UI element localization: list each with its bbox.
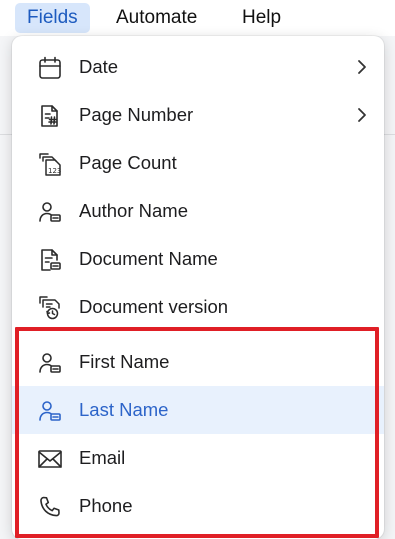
menu-item-email[interactable]: Email [12, 434, 384, 482]
menu-item-first-name[interactable]: First Name [12, 338, 384, 386]
menu-item-label: Document Name [79, 248, 218, 269]
menu-item-label: Email [79, 447, 126, 468]
menu-item-author-name[interactable]: Author Name [12, 187, 384, 235]
document-name-icon [37, 247, 63, 273]
menu-item-document-version[interactable]: Document version [12, 283, 384, 331]
menu-item-label: Page Number [79, 104, 194, 125]
author-icon [37, 199, 63, 225]
menu-item-document-name[interactable]: Document Name [12, 235, 384, 283]
svg-text:123: 123 [48, 167, 61, 175]
menu-item-label: Date [79, 56, 119, 77]
calendar-icon [37, 55, 63, 81]
menu-item-date[interactable]: Date [12, 43, 384, 91]
menu-item-label: Document version [79, 296, 229, 317]
page-count-icon: 123 [37, 151, 63, 177]
mail-icon [37, 446, 63, 472]
chevron-right-icon [356, 58, 368, 76]
fields-dropdown: Date Page Number 123 Page Count Author N… [12, 36, 384, 539]
user-card-icon [37, 350, 63, 376]
menu-item-phone[interactable]: Phone [12, 482, 384, 530]
menu-fields[interactable]: Fields [15, 3, 90, 33]
document-version-icon [37, 295, 63, 321]
menu-item-label: Last Name [79, 399, 169, 420]
phone-icon [37, 494, 63, 520]
menu-help[interactable]: Help [230, 3, 293, 33]
chevron-right-icon [356, 106, 368, 124]
menu-item-page-count[interactable]: 123 Page Count [12, 139, 384, 187]
menu-item-label: Phone [79, 495, 133, 516]
menubar: Fields Automate Help [0, 0, 395, 36]
menu-item-label: Author Name [79, 200, 188, 221]
page-number-icon [37, 103, 63, 129]
menu-item-page-number[interactable]: Page Number [12, 91, 384, 139]
menu-item-label: First Name [79, 351, 170, 372]
menu-automate[interactable]: Automate [104, 3, 209, 33]
menu-item-last-name[interactable]: Last Name [12, 386, 384, 434]
menu-item-label: Page Count [79, 152, 177, 173]
user-card-icon [37, 398, 63, 424]
